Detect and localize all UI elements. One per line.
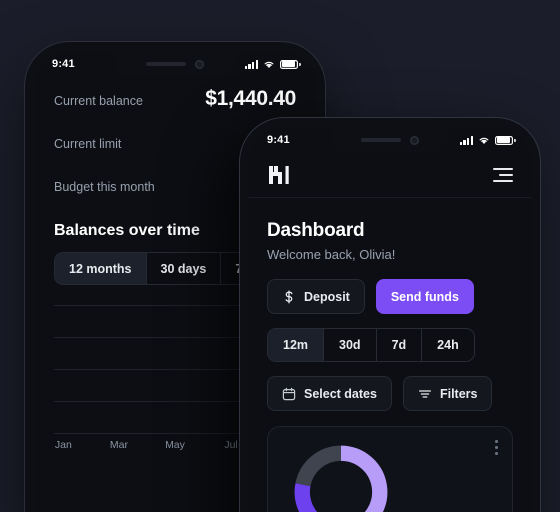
range-pill-7d[interactable]: 7d bbox=[377, 329, 423, 361]
chart-x-tick: Mar bbox=[109, 439, 128, 451]
range-pill-24h[interactable]: 24h bbox=[422, 329, 474, 361]
send-funds-button[interactable]: Send funds bbox=[375, 279, 474, 314]
battery-icon bbox=[280, 60, 301, 69]
dollar-icon bbox=[285, 290, 293, 303]
select-dates-button[interactable]: Select dates bbox=[267, 376, 392, 411]
foreground-phone: 9:41 Dashboard Welcome back, Olivia! Dep… bbox=[240, 118, 540, 512]
chart-x-tick: · bbox=[194, 435, 213, 455]
range-pill-12m[interactable]: 12m bbox=[268, 329, 325, 361]
wifi-icon bbox=[479, 137, 489, 144]
balance-label: Current balance bbox=[54, 94, 143, 108]
untitled-ui-logo[interactable] bbox=[267, 165, 293, 185]
calendar-icon bbox=[282, 387, 296, 400]
action-button-row: Deposit Send funds bbox=[267, 279, 513, 314]
status-bar: 9:41 bbox=[34, 51, 316, 77]
battery-icon bbox=[495, 136, 516, 145]
filters-label: Filters bbox=[439, 386, 478, 401]
filter-lines-icon bbox=[418, 389, 432, 398]
range-pill-30d[interactable]: 30d bbox=[324, 329, 377, 361]
status-bar-time: 9:41 bbox=[52, 58, 75, 70]
limit-label: Current limit bbox=[54, 137, 122, 151]
app-bar bbox=[249, 153, 531, 198]
chart-x-tick: May bbox=[165, 439, 185, 451]
balance-value: $1,440.40 bbox=[205, 87, 296, 110]
status-bar: 9:41 bbox=[249, 127, 531, 153]
welcome-message: Welcome back, Olivia! bbox=[267, 247, 396, 262]
chart-x-tick: · bbox=[137, 435, 156, 455]
foreground-phone-screen: 9:41 Dashboard Welcome back, Olivia! Dep… bbox=[249, 127, 531, 512]
donut-chart bbox=[290, 441, 392, 512]
select-dates-label: Select dates bbox=[304, 386, 377, 401]
range-tab-30-days[interactable]: 30 days bbox=[147, 253, 222, 284]
chart-x-tick: · bbox=[82, 435, 101, 455]
status-bar-indicators bbox=[244, 59, 301, 69]
hamburger-menu-icon[interactable] bbox=[493, 168, 513, 182]
cellular-signal-icon bbox=[244, 59, 258, 69]
dashboard-content: Dashboard Welcome back, Olivia! Deposit … bbox=[249, 198, 531, 512]
donut-chart-svg bbox=[294, 445, 388, 512]
deposit-button-label: Deposit bbox=[304, 289, 350, 304]
chart-x-tick: Jan bbox=[54, 439, 72, 451]
kebab-menu-icon[interactable] bbox=[495, 440, 498, 455]
send-funds-button-label: Send funds bbox=[390, 289, 459, 304]
range-tab-12-months[interactable]: 12 months bbox=[55, 253, 147, 284]
donut-segment bbox=[294, 483, 318, 512]
filters-button[interactable]: Filters bbox=[402, 376, 493, 411]
donut-segment bbox=[295, 445, 342, 487]
cellular-signal-icon bbox=[459, 135, 473, 145]
deposit-button[interactable]: Deposit bbox=[267, 279, 365, 314]
status-bar-indicators bbox=[459, 135, 516, 145]
balance-row: Current balance $1,440.40 bbox=[54, 77, 296, 120]
filter-button-row: Select dates Filters bbox=[267, 376, 513, 411]
range-pill-group[interactable]: 12m 30d 7d 24h bbox=[267, 328, 475, 362]
page-title: Dashboard bbox=[267, 220, 365, 241]
budget-label: Budget this month bbox=[54, 180, 155, 194]
status-bar-time: 9:41 bbox=[267, 134, 290, 146]
chart-x-tick: Jul bbox=[224, 439, 238, 451]
wifi-icon bbox=[264, 61, 274, 68]
scene: 9:41 Current balance $1,440.40 Current l… bbox=[0, 0, 560, 512]
donut-segment bbox=[340, 445, 388, 512]
donut-chart-card bbox=[267, 426, 513, 512]
